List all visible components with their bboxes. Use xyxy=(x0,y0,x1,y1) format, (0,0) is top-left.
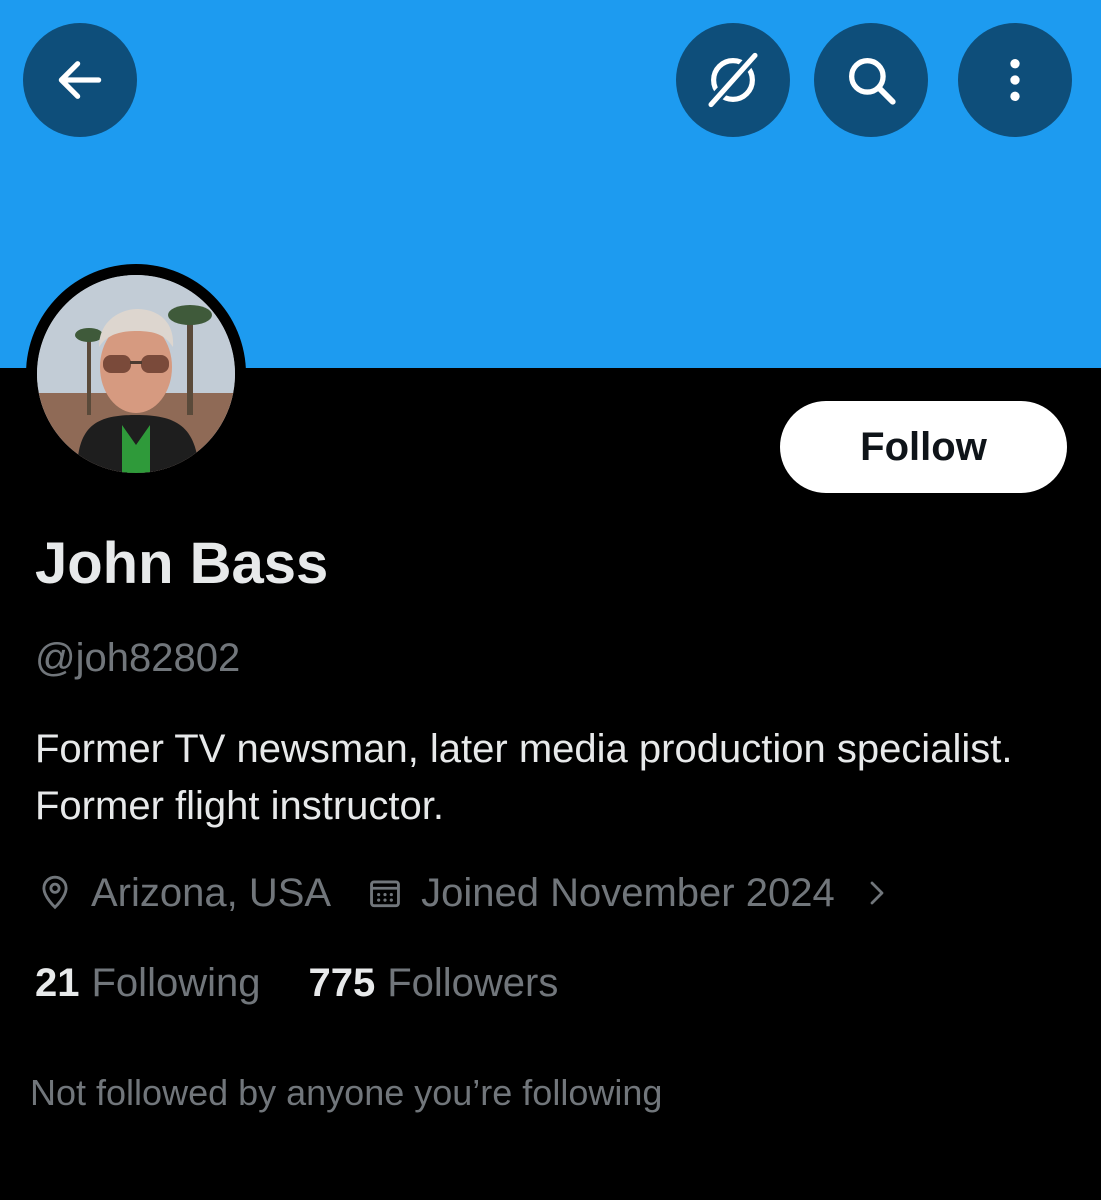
calendar-icon xyxy=(365,873,405,913)
tab-partial[interactable] xyxy=(478,1184,538,1200)
following-link[interactable]: 21 Following xyxy=(35,961,260,1006)
location-text: Arizona, USA xyxy=(91,870,332,915)
joined-text: Joined November 2024 xyxy=(421,870,835,915)
handle: @joh82802 xyxy=(35,636,241,680)
arrow-left-icon xyxy=(58,61,102,99)
back-button[interactable] xyxy=(23,23,137,137)
following-label: Following xyxy=(91,960,261,1005)
display-name: John Bass xyxy=(35,531,329,596)
followed-by-note: Not followed by anyone you’re following xyxy=(30,1072,663,1113)
avatar-photo xyxy=(37,275,235,473)
profile-tabs xyxy=(0,1184,1101,1200)
more-vertical-icon xyxy=(1010,59,1020,101)
location: Arizona, USA xyxy=(35,871,331,916)
followers-count: 775 xyxy=(308,960,376,1005)
search-icon xyxy=(849,58,896,105)
followers-label: Followers xyxy=(387,960,559,1005)
more-options-button[interactable] xyxy=(958,23,1072,137)
bio: Former TV newsman, later media productio… xyxy=(35,727,1013,828)
follow-button[interactable]: Follow xyxy=(780,401,1067,493)
followers-link[interactable]: 775 Followers xyxy=(308,961,558,1006)
location-pin-icon xyxy=(35,873,75,913)
grok-icon xyxy=(708,52,758,108)
grok-button[interactable] xyxy=(676,23,790,137)
following-count: 21 xyxy=(35,960,80,1005)
follow-stats: 21 Following 775 Followers xyxy=(35,956,558,1010)
tab-partial[interactable] xyxy=(870,1184,930,1200)
profile-meta: Arizona, USA Joined November 2024 xyxy=(35,866,897,920)
chevron-right-icon xyxy=(857,873,897,913)
joined-date-link[interactable]: Joined November 2024 xyxy=(365,871,897,916)
avatar[interactable] xyxy=(26,264,246,484)
tab-partial[interactable] xyxy=(120,1184,180,1200)
search-button[interactable] xyxy=(814,23,928,137)
